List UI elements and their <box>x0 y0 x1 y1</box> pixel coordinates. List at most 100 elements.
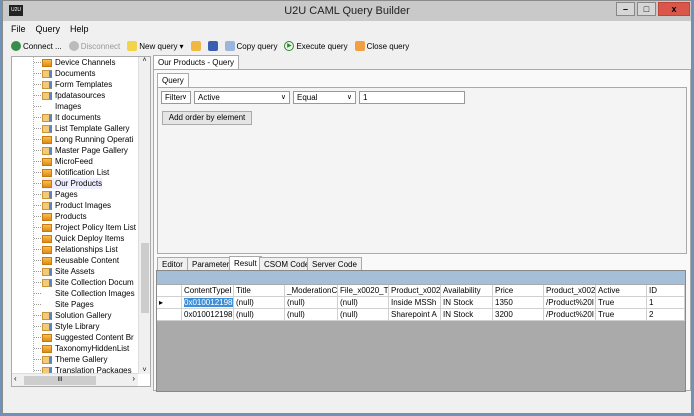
tree-item[interactable]: Site Pages <box>34 299 94 310</box>
column-header[interactable]: Active <box>596 285 647 297</box>
tree-item[interactable]: Form Templates <box>34 79 112 90</box>
copy-query-button[interactable]: Copy query <box>224 41 277 51</box>
grid-cell[interactable]: 0x010012198 <box>182 309 234 321</box>
tree-item[interactable]: Site Assets <box>34 266 95 277</box>
column-header[interactable]: Product_x002 <box>544 285 596 297</box>
menu-query[interactable]: Query <box>36 24 61 34</box>
tree-item[interactable]: List Template Gallery <box>34 123 130 134</box>
scroll-up-icon[interactable]: ˄ <box>139 57 150 64</box>
scroll-down-icon[interactable]: ˅ <box>139 367 150 374</box>
grid-cell[interactable]: /Product%20I <box>544 297 596 309</box>
grid-cell[interactable]: Inside MSSh <box>389 297 441 309</box>
grid-cell[interactable]: True <box>596 297 647 309</box>
tree-item[interactable]: Images <box>34 101 81 112</box>
value-input[interactable]: 1 <box>359 91 465 104</box>
tree-item[interactable]: Suggested Content Br <box>34 332 134 343</box>
tab-result[interactable]: Result <box>229 256 262 270</box>
grid-cell[interactable]: (null) <box>285 297 338 309</box>
column-header[interactable]: File_x0020_T <box>338 285 389 297</box>
minimize-button[interactable]: – <box>616 2 635 16</box>
open-folder-icon[interactable] <box>190 41 201 51</box>
tree-item[interactable]: Master Page Gallery <box>34 145 128 156</box>
tree-item[interactable]: Relationships List <box>34 244 118 255</box>
list-icon <box>42 344 52 353</box>
tree-item[interactable]: Site Collection Images <box>34 288 135 299</box>
tree-item[interactable]: Reusable Content <box>34 255 119 266</box>
table-row[interactable]: ▸ 0x0100121986 (null) (null) (null) Inside MS… <box>157 297 685 309</box>
tree-item[interactable]: Style Library <box>34 321 99 332</box>
grid-cell[interactable]: (null) <box>285 309 338 321</box>
menu-file[interactable]: File <box>11 24 26 34</box>
library-icon <box>42 355 52 364</box>
tree-vertical-scrollbar[interactable]: ˄ ˅ <box>138 57 150 374</box>
column-header[interactable]: Product_x002 <box>389 285 441 297</box>
execute-query-button[interactable]: ▶ Execute query <box>284 41 348 51</box>
save-icon[interactable] <box>207 41 218 51</box>
tree-item[interactable]: Theme Gallery <box>34 354 107 365</box>
grid-cell[interactable]: 1 <box>647 297 685 309</box>
add-order-by-button[interactable]: Add order by element <box>162 111 252 125</box>
tab-editor[interactable]: Editor <box>157 257 188 271</box>
tree-item[interactable]: Quick Deploy Items <box>34 233 124 244</box>
column-header[interactable]: Availability <box>441 285 493 297</box>
tree-item[interactable]: Product Images <box>34 200 111 211</box>
filter-select[interactable]: Filter ∨ <box>161 91 191 104</box>
tree-item[interactable]: Long Running Operati <box>34 134 133 145</box>
field-select[interactable]: Active ∨ <box>194 91 290 104</box>
grid-cell[interactable]: IN Stock <box>441 297 493 309</box>
grid-cell[interactable]: 0x0100121986 <box>182 297 234 309</box>
grid-cell[interactable]: 2 <box>647 309 685 321</box>
tree-item[interactable]: fpdatasources <box>34 90 105 101</box>
maximize-button[interactable]: □ <box>637 2 656 16</box>
operator-select[interactable]: Equal ∨ <box>293 91 356 104</box>
grid-cell[interactable]: 1350 <box>493 297 544 309</box>
grid-cell[interactable]: IN Stock <box>441 309 493 321</box>
grid-cell[interactable]: (null) <box>234 309 285 321</box>
grid-cell[interactable]: /Product%20I <box>544 309 596 321</box>
disconnect-button[interactable]: Disconnect <box>68 41 120 51</box>
tab-our-products-query[interactable]: Our Products - Query <box>153 55 240 69</box>
column-header[interactable]: _ModerationC <box>285 285 338 297</box>
tree-item[interactable]: It documents <box>34 112 101 123</box>
close-query-button[interactable]: Close query <box>354 41 409 51</box>
grid-cell[interactable]: Sharepoint A <box>389 309 441 321</box>
row-header[interactable] <box>157 309 182 321</box>
column-header[interactable]: Title <box>234 285 285 297</box>
grid-cell[interactable]: (null) <box>234 297 285 309</box>
close-button[interactable]: x <box>658 2 690 16</box>
column-header[interactable]: ID <box>647 285 685 297</box>
tree-connector <box>34 216 41 217</box>
new-query-button[interactable]: New query ▾ <box>127 41 184 51</box>
grid-cell[interactable]: 3200 <box>493 309 544 321</box>
tree-item[interactable]: Pages <box>34 189 78 200</box>
menu-help[interactable]: Help <box>70 24 89 34</box>
tab-query[interactable]: Query <box>157 73 189 87</box>
grid-cell[interactable]: True <box>596 309 647 321</box>
current-row-indicator-icon[interactable]: ▸ <box>157 297 182 309</box>
tree-item[interactable]: Project Policy Item List <box>34 222 136 233</box>
grid-cell[interactable]: (null) <box>338 297 389 309</box>
tree-item[interactable]: Solution Gallery <box>34 310 111 321</box>
tree-item[interactable]: TaxonomyHiddenList <box>34 343 130 354</box>
tab-server-code[interactable]: Server Code <box>307 257 362 271</box>
tree-item[interactable]: Our Products <box>34 178 103 189</box>
scroll-right-icon[interactable]: › <box>132 374 135 383</box>
tree-item[interactable]: Products <box>34 211 87 222</box>
tree-item[interactable]: Documents <box>34 68 95 79</box>
horizontal-scroll-thumb[interactable]: III <box>24 376 96 385</box>
column-header[interactable]: Price <box>493 285 544 297</box>
scroll-thumb[interactable] <box>141 243 149 313</box>
connect-button[interactable]: Connect ... <box>11 41 62 51</box>
tree-item[interactable]: Notification List <box>34 167 109 178</box>
tree-item-label: TaxonomyHiddenList <box>55 344 130 353</box>
column-header[interactable]: ContentTypeI <box>182 285 234 297</box>
tree-item[interactable]: MicroFeed <box>34 156 93 167</box>
scroll-left-icon[interactable]: ‹ <box>14 374 17 383</box>
tree-item[interactable]: Site Collection Docum <box>34 277 134 288</box>
row-header[interactable] <box>157 285 182 297</box>
dropdown-arrow-icon[interactable]: ▾ <box>180 42 184 51</box>
tree-item[interactable]: Device Channels <box>34 57 115 68</box>
table-row[interactable]: 0x010012198 (null) (null) (null) Sharepoint … <box>157 309 685 321</box>
tree-horizontal-scrollbar[interactable]: ‹ III › <box>12 373 138 386</box>
grid-cell[interactable]: (null) <box>338 309 389 321</box>
